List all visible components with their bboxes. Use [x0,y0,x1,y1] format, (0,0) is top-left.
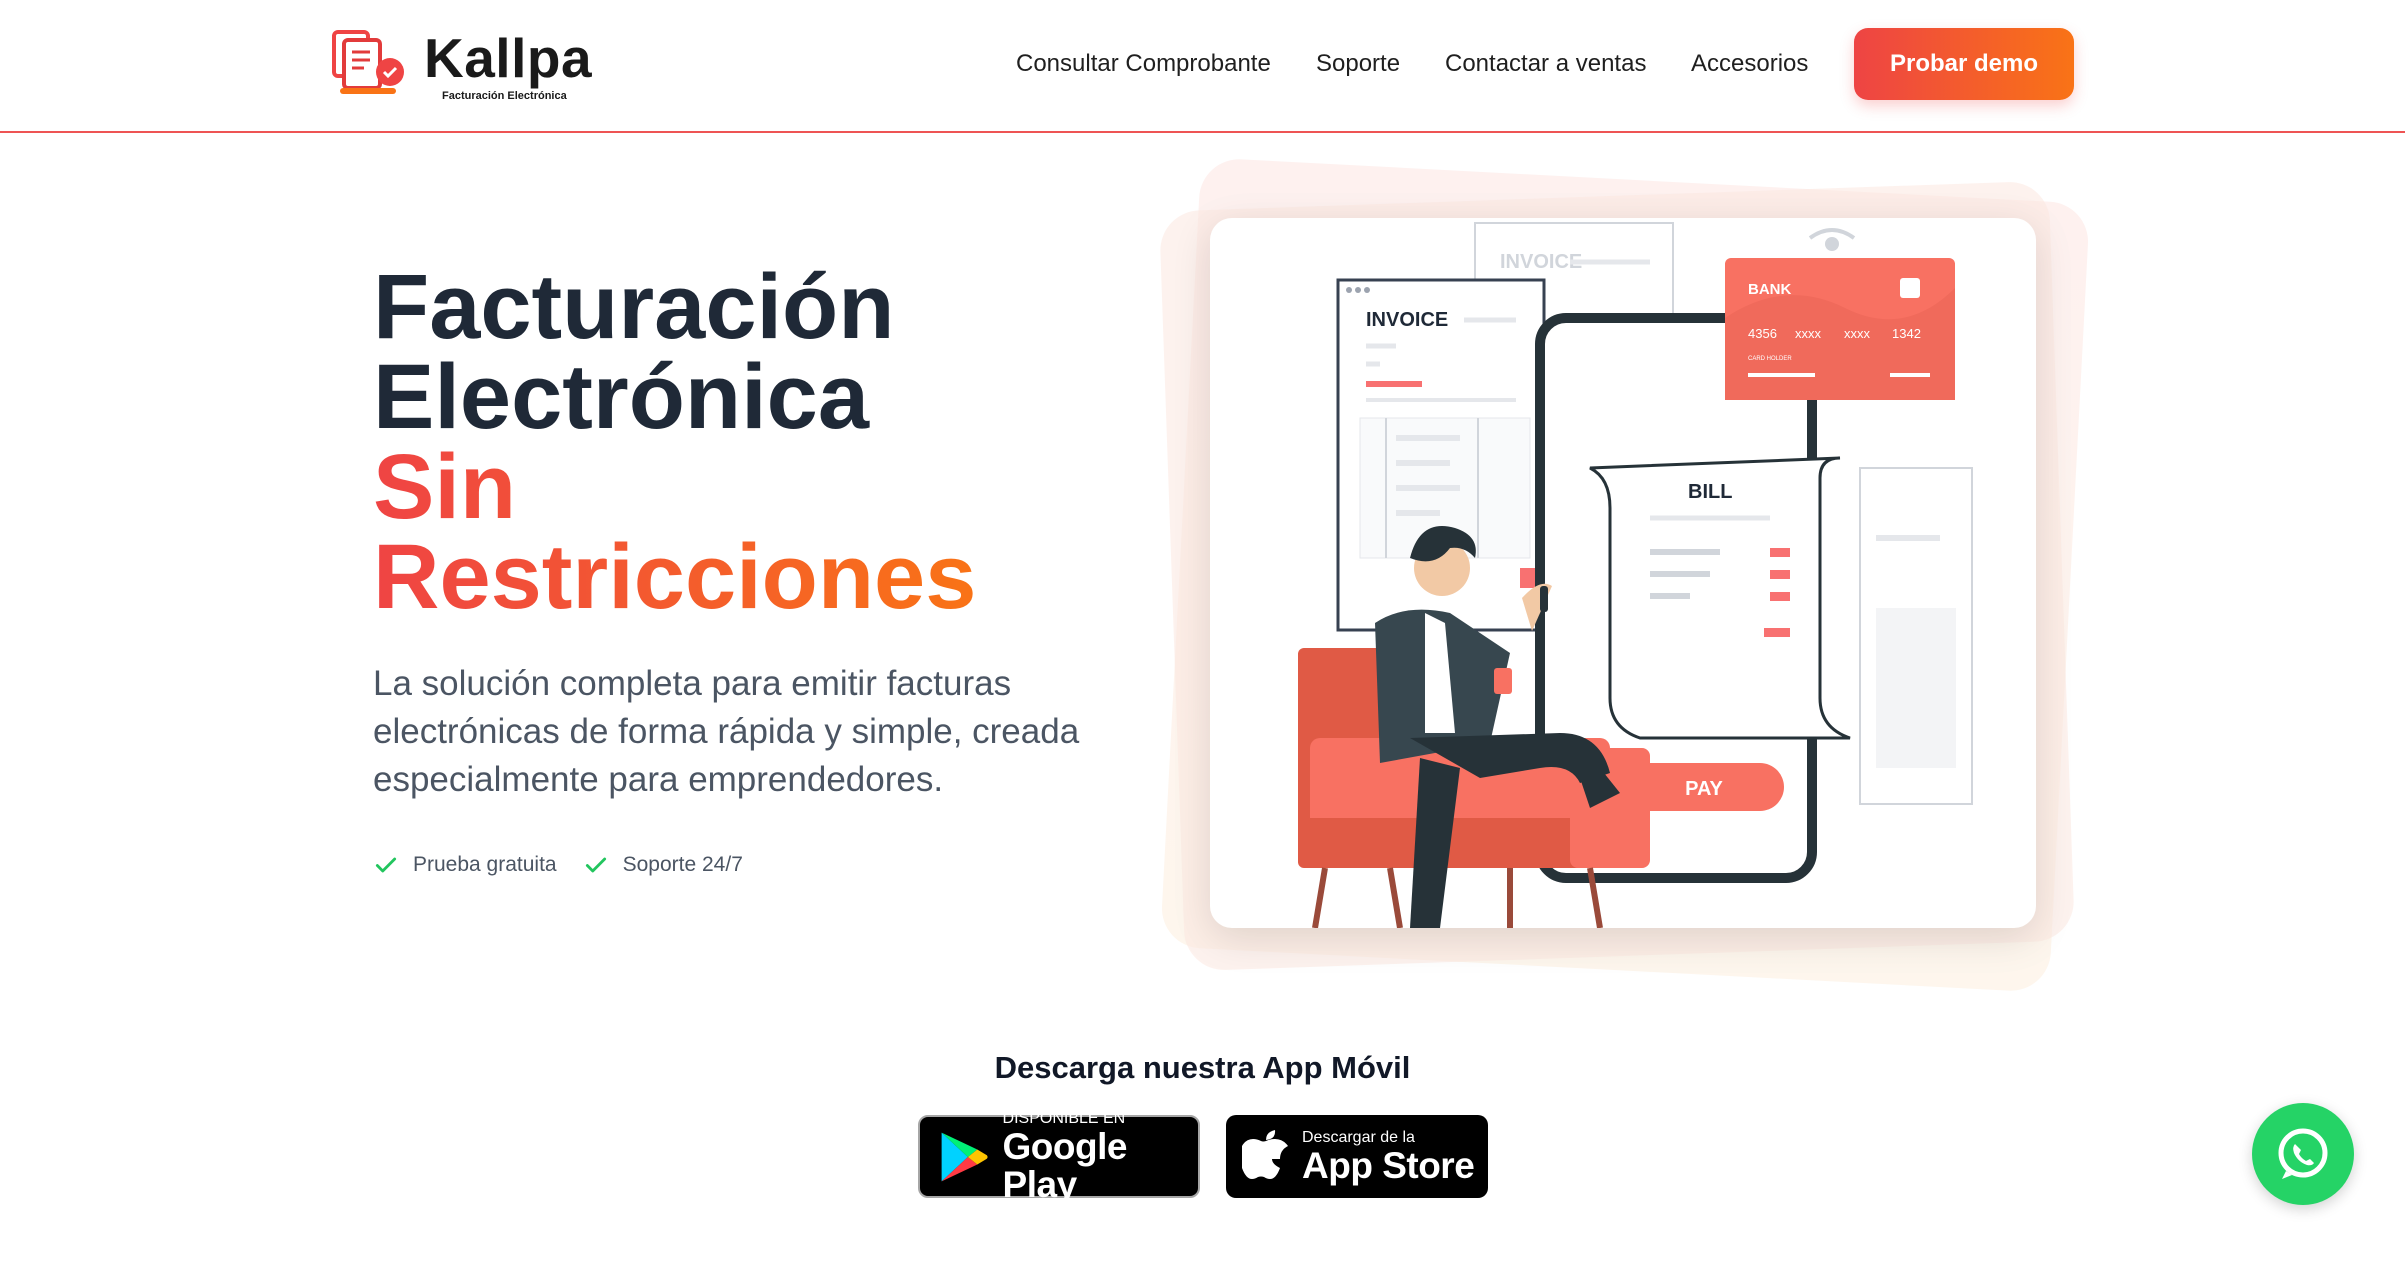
invoice-documents-icon [332,30,404,94]
whatsapp-button[interactable] [2252,1103,2354,1205]
hero-title-line4: Restricciones [373,526,977,628]
bank-label: BANK [1748,281,1791,298]
brand-logo[interactable]: Kallpa Facturación Electrónica [330,22,593,110]
google-play-big: Google Play [1002,1125,1128,1205]
google-play-small: DISPONIBLE EN [1002,1109,1126,1127]
hero-features: Prueba gratuita Soporte 24/7 [373,852,743,878]
card-holder-label: CARD HOLDER [1748,356,1792,362]
bill-label: BILL [1688,481,1732,503]
hero-title-line1: Facturación [373,256,895,358]
nav-item-soporte[interactable]: Soporte [1316,50,1400,78]
nav-item-consultar-comprobante[interactable]: Consultar Comprobante [1016,50,1271,78]
payment-illustration: INVOICE INVOICE BANK 4356 xxxx xxxx 1342… [1298,222,1973,928]
nav-item-accesorios[interactable]: Accesorios [1691,50,1808,78]
app-store-small: Descargar de la [1302,1128,1415,1146]
hero-title: Facturación Electrónica Sin Restriccione… [373,256,977,628]
check-icon [585,857,606,873]
card-number-1: 4356 [1748,326,1777,341]
pay-label: PAY [1685,778,1723,800]
app-download-title: Descarga nuestra App Móvil [994,1050,1411,1085]
card-number-4: 1342 [1892,326,1921,341]
site-header: Kallpa Facturación Electrónica Consultar… [0,0,2405,133]
card-number-3: xxxx [1844,326,1871,341]
hero-illustration: INVOICE INVOICE BANK 4356 xxxx xxxx 1342… [1210,218,2036,928]
invoice-back-label: INVOICE [1500,251,1582,273]
hero-lead: La solución completa para emitir factura… [373,664,1080,799]
brand-tagline: Facturación Electrónica [442,90,567,102]
google-play-badge[interactable]: DISPONIBLE EN Google Play [918,1110,1200,1203]
apple-icon [1242,1129,1288,1179]
feature-support: Soporte 24/7 [583,852,743,878]
try-demo-button[interactable]: Probar demo [1854,28,2074,100]
hero-title-line3: Sin [373,441,976,533]
nav-item-contactar-ventas[interactable]: Contactar a ventas [1445,50,1646,78]
card-number-2: xxxx [1795,326,1822,341]
google-play-icon [941,1132,988,1181]
check-icon [375,857,397,873]
brand-name: Kallpa [424,27,593,89]
feature-label: Soporte 24/7 [622,853,743,876]
feature-free-trial: Prueba gratuita [373,852,557,878]
hero-title-line2: Electrónica [373,346,869,448]
app-store-badge[interactable]: Descargar de la App Store [1226,1115,1488,1198]
invoice-label: INVOICE [1366,309,1448,331]
whatsapp-icon [2278,1128,2328,1179]
app-store-big: App Store [1302,1144,1475,1186]
feature-label: Prueba gratuita [413,853,557,876]
